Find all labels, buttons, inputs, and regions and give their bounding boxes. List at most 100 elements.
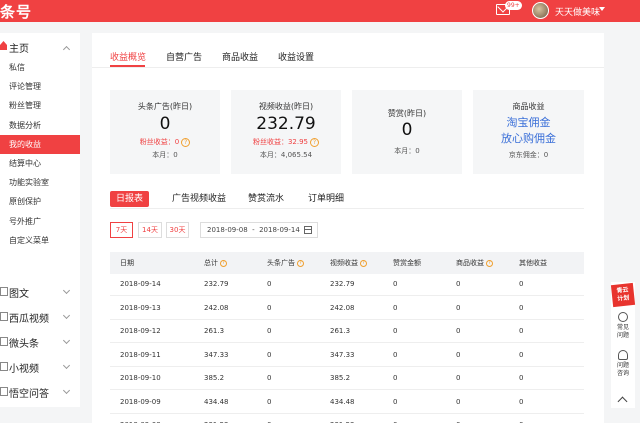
menu-icon	[0, 387, 8, 396]
table-cell: 0	[456, 397, 461, 406]
help-icon[interactable]: ?	[310, 137, 320, 147]
card-title: 视频收益(昨日)	[258, 102, 314, 111]
chevron-down-icon	[62, 311, 71, 320]
table-cell: 0	[393, 397, 398, 406]
sidebar-group[interactable]: 小视频	[0, 357, 80, 377]
sidebar-group[interactable]: 微头条	[0, 332, 80, 352]
table-cell: 0	[267, 280, 272, 288]
table-cell: 347.33	[204, 350, 229, 359]
sidebar-subitem[interactable]: 私信	[0, 58, 80, 77]
user-name[interactable]: 天天做美味	[555, 5, 600, 18]
chevron-down-icon	[62, 386, 71, 395]
consult-line: 问题	[616, 362, 629, 369]
range-7-days[interactable]: 7天	[110, 222, 133, 238]
message-badge: 99+	[505, 1, 522, 10]
tab-order-details[interactable]: 订单明细	[308, 191, 344, 207]
back-to-top-icon[interactable]	[617, 396, 628, 407]
col-label: 视频收益	[330, 259, 358, 267]
fangxingou-commission-link[interactable]: 放心购佣金	[473, 130, 584, 146]
table-cell: 434.48	[330, 397, 355, 406]
range-14-days[interactable]: 14天	[138, 222, 162, 238]
sidebar-subitem[interactable]: 号外推广	[0, 212, 80, 231]
divider	[92, 67, 604, 68]
table-row: 2018-09-10 385.2 0 385.2 0 0 0	[110, 368, 584, 390]
consult-label[interactable]: 问题 咨询	[611, 362, 635, 378]
date-range-picker[interactable]: 2018-09-08 - 2018-09-14	[200, 222, 318, 238]
sidebar-group[interactable]: 西瓜视频	[0, 307, 80, 327]
table-cell: 2018-09-11	[120, 350, 161, 359]
table-cell: 242.08	[204, 303, 229, 312]
promo-badge[interactable]: 青云 计划	[610, 282, 636, 308]
tab-reward-flow[interactable]: 赞赏流水	[248, 191, 284, 207]
faq-line: 常见	[616, 324, 629, 331]
menu-icon	[0, 337, 8, 346]
sidebar-subitem[interactable]: 粉丝管理	[0, 96, 80, 115]
table-row: 2018-09-11 347.33 0 347.33 0 0 0	[110, 345, 584, 367]
col-other: 其他收益	[519, 259, 547, 267]
table-cell: 0	[456, 303, 461, 312]
taobao-commission-link[interactable]: 淘宝佣金	[473, 114, 584, 130]
table-cell: 0	[393, 374, 398, 382]
card-title: 商品收益	[512, 102, 545, 111]
card-fans: 粉丝收益：32.95?	[231, 137, 341, 147]
sidebar-subitem[interactable]: 结算中心	[0, 154, 80, 173]
faq-icon[interactable]	[618, 312, 628, 322]
sidebar-group[interactable]: 悟空问答	[0, 382, 80, 402]
sidebar-group[interactable]: 图文	[0, 282, 80, 302]
table-cell: 0	[519, 350, 524, 359]
table-cell: 0	[519, 280, 524, 288]
table-row: 2018-09-12 261.3 0 261.3 0 0 0	[110, 321, 584, 343]
card-fans: 粉丝收益：0?	[110, 137, 220, 147]
jd-commission: 京东佣金：0	[508, 151, 549, 159]
tab-goods-revenue[interactable]: 商品收益	[222, 50, 258, 63]
faq-label[interactable]: 常见 问题	[611, 324, 635, 340]
tab-self-ads[interactable]: 自营广告	[166, 50, 202, 63]
main-panel: 收益概览 自营广告 商品收益 收益设置 头条广告(昨日) 0 粉丝收益：0? 本…	[92, 33, 604, 423]
col-video: 视频收益?	[330, 258, 367, 268]
menu-icon	[0, 287, 8, 296]
tab-ad-video-revenue[interactable]: 广告视频收益	[172, 191, 226, 207]
avatar[interactable]	[532, 2, 549, 19]
sidebar-subitem[interactable]: 自定义菜单	[0, 231, 80, 250]
user-menu-caret-icon[interactable]	[599, 7, 605, 11]
table-cell: 261.3	[204, 327, 225, 335]
sidebar-subitem[interactable]: 功能实验室	[0, 173, 80, 192]
chevron-down-icon	[62, 336, 71, 345]
help-icon[interactable]: ?	[181, 137, 191, 147]
sidebar-subitem[interactable]: 我的收益	[0, 134, 80, 154]
menu-icon	[0, 312, 8, 321]
table-row: 2018-09-14 232.79 0 232.79 0 0 0	[110, 274, 584, 296]
card-value: 0	[401, 120, 413, 140]
table-cell: 0	[456, 374, 461, 382]
chevron-down-icon	[62, 286, 71, 295]
sidebar-subitem[interactable]: 原创保护	[0, 192, 80, 211]
tab-revenue-settings[interactable]: 收益设置	[278, 50, 314, 63]
col-date: 日期	[120, 259, 134, 267]
brand-logo[interactable]: 条号	[0, 1, 32, 22]
home-icon	[0, 41, 7, 50]
headset-icon[interactable]	[618, 350, 628, 360]
table-row: 2018-09-13 242.08 0 242.08 0 0 0	[110, 298, 584, 320]
sidebar-subitem[interactable]: 数据分析	[0, 116, 80, 135]
sidebar-group-label: 微头条	[9, 339, 39, 350]
col-reward: 赞赏金额	[393, 259, 421, 267]
range-30-days[interactable]: 30天	[166, 222, 189, 238]
help-icon[interactable]: ?	[220, 259, 227, 267]
help-icon[interactable]: ?	[486, 259, 493, 267]
table-cell: 0	[267, 397, 272, 406]
table-cell: 261.3	[330, 327, 351, 335]
card-month: 本月：0	[394, 147, 420, 155]
card-goods-revenue: 商品收益 淘宝佣金 放心购佣金 京东佣金：0	[473, 90, 584, 174]
sidebar-subitem[interactable]: 评论管理	[0, 77, 80, 96]
help-icon[interactable]: ?	[297, 259, 304, 267]
table-cell: 0	[519, 397, 524, 406]
floating-toolbar: 青云 计划 常见 问题 问题 咨询	[610, 282, 636, 408]
tab-revenue-overview[interactable]: 收益概览	[110, 50, 146, 63]
help-icon[interactable]: ?	[360, 259, 367, 267]
table-cell: 0	[519, 374, 524, 382]
sidebar-item-home[interactable]: 主页	[0, 37, 80, 57]
table-row: 2018-09-09 434.48 0 434.48 0 0 0	[110, 392, 584, 414]
divider	[110, 208, 584, 209]
table-cell: 0	[456, 327, 461, 335]
tab-daily-report[interactable]: 日报表	[110, 191, 150, 207]
